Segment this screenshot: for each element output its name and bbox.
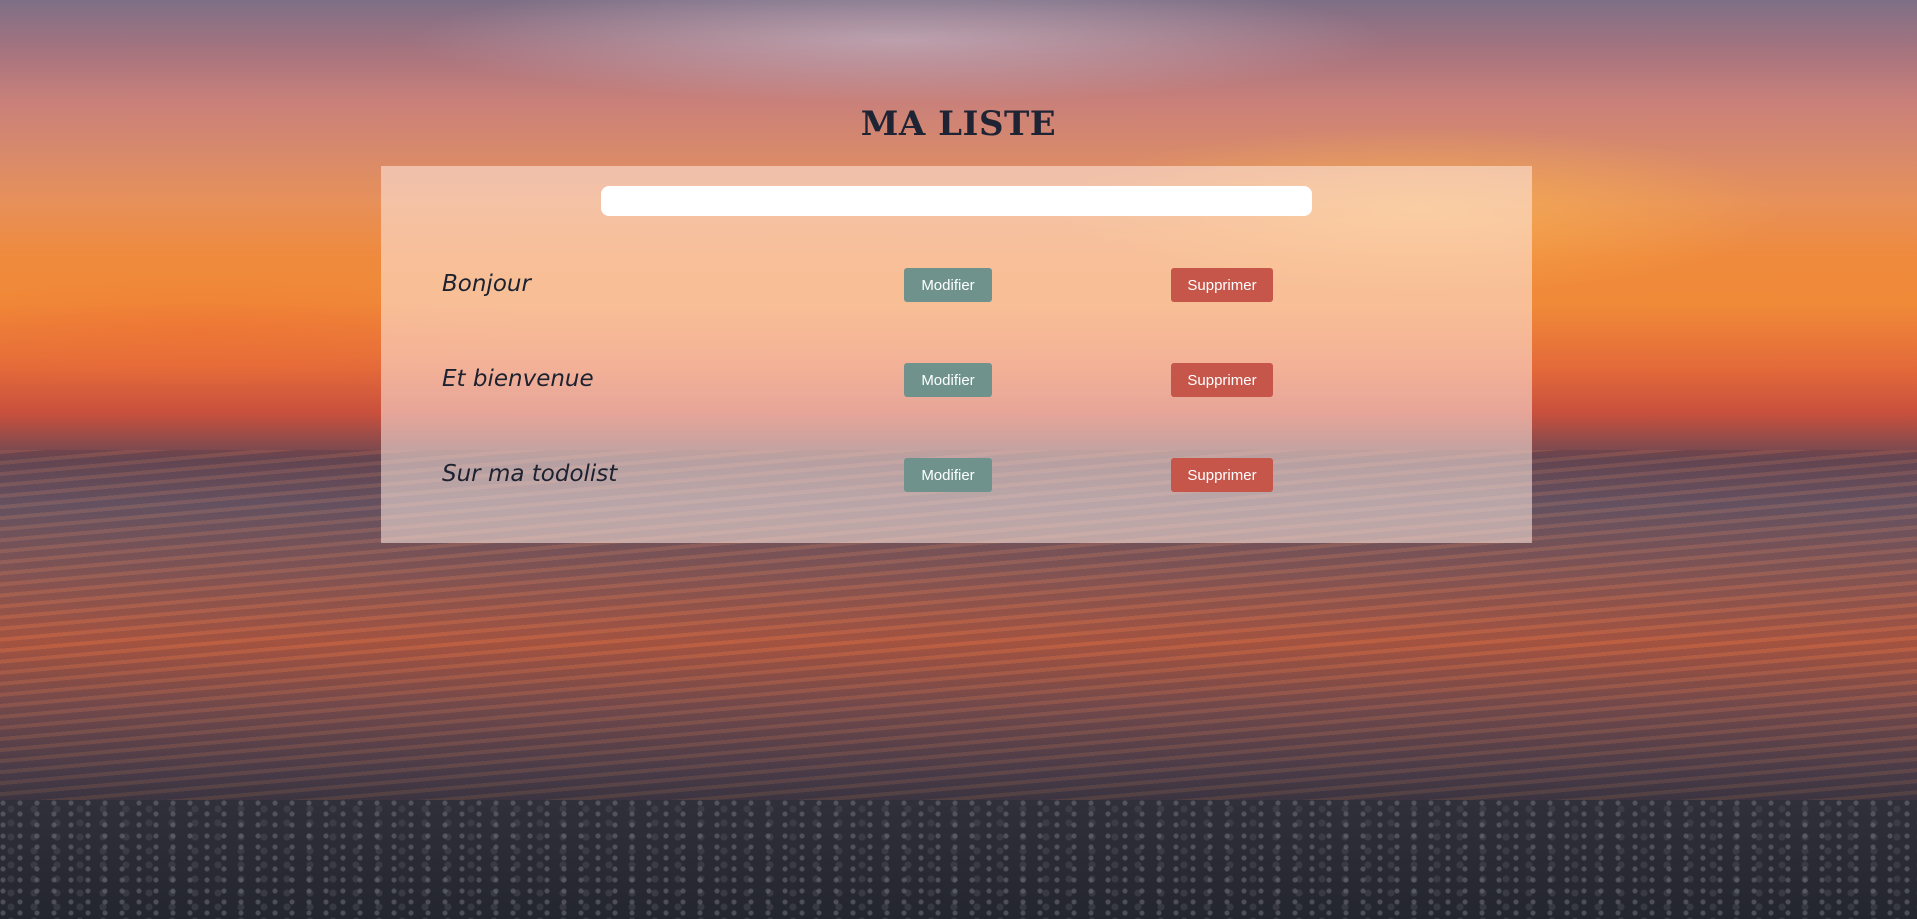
new-task-input[interactable] — [601, 186, 1312, 216]
delete-button[interactable]: Supprimer — [1171, 363, 1273, 397]
todo-panel: Bonjour Modifier Supprimer Et bienvenue … — [381, 166, 1532, 543]
page-background: { "page": { "title": "MA LISTE" }, "new_… — [0, 0, 1917, 919]
task-row: Et bienvenue Modifier Supprimer — [381, 363, 1532, 397]
delete-button[interactable]: Supprimer — [1171, 268, 1273, 302]
pebble-beach — [0, 800, 1917, 919]
task-row: Sur ma todolist Modifier Supprimer — [381, 458, 1532, 492]
delete-button[interactable]: Supprimer — [1171, 458, 1273, 492]
edit-button[interactable]: Modifier — [904, 363, 992, 397]
task-row: Bonjour Modifier Supprimer — [381, 268, 1532, 302]
page-title: MA LISTE — [860, 104, 1057, 144]
edit-button[interactable]: Modifier — [904, 458, 992, 492]
task-label: Bonjour — [442, 271, 531, 297]
task-label: Sur ma todolist — [442, 461, 618, 487]
edit-button[interactable]: Modifier — [904, 268, 992, 302]
task-label: Et bienvenue — [442, 366, 594, 392]
